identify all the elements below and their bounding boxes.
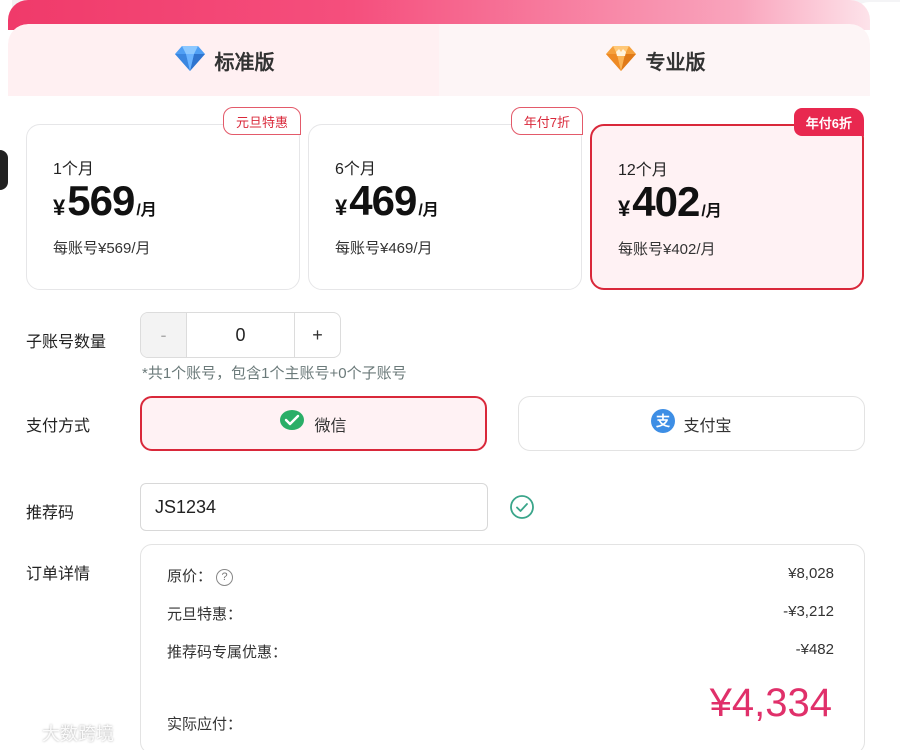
orange-diamond-icon [604, 40, 638, 80]
sub-accounts-stepper: - 0 + [140, 312, 341, 358]
tab-standard[interactable]: 标准版 [8, 24, 439, 96]
background-fragment [0, 150, 8, 190]
order-details-panel: 原价：? ¥8,028 元旦特惠： -¥3,212 推荐码专属优惠： -¥482… [140, 544, 865, 750]
original-price-label: 原价： [167, 568, 213, 585]
plan-price: ¥ 469 /月 [335, 177, 439, 225]
plan-12-months[interactable]: 年付6折 12个月 ¥ 402 /月 每账号¥402/月 [590, 108, 864, 290]
original-price-label-wrap: 原价：? [167, 565, 234, 586]
price-value: 569 [67, 177, 135, 224]
watermark-text: 大数跨境 [42, 724, 114, 744]
pay-wechat-button[interactable]: 微信 [140, 396, 487, 451]
plan-badge: 元旦特惠 [222, 107, 301, 135]
plan-price: ¥ 402 /月 [618, 178, 722, 226]
referral-code-input[interactable]: JS1234 [140, 483, 488, 531]
watermark: 大数跨境 [2, 720, 114, 746]
sub-accounts-label: 子账号数量 [26, 334, 107, 351]
payment-method-label: 支付方式 [26, 418, 91, 435]
pay-alipay-label: 支付宝 [683, 417, 732, 435]
plan-6-months[interactable]: 年付7折 6个月 ¥ 469 /月 每账号¥469/月 [308, 107, 583, 290]
help-icon[interactable]: ? [216, 568, 234, 586]
plan-per-account: 每账号¥402/月 [618, 241, 716, 258]
price-unit: /月 [701, 203, 722, 220]
promo-value: -¥3,212 [783, 603, 834, 620]
alipay-icon: 支 [651, 409, 676, 438]
watermark-logo-icon [2, 721, 38, 746]
price-value: 402 [632, 178, 700, 225]
tab-standard-label: 标准版 [214, 51, 275, 74]
wechat-icon [280, 410, 306, 437]
plan-1-month[interactable]: 元旦特惠 1个月 ¥ 569 /月 每账号¥569/月 [26, 107, 301, 290]
svg-text:支: 支 [655, 413, 671, 430]
blue-diamond-icon [173, 40, 207, 80]
pay-wechat-label: 微信 [314, 417, 347, 435]
account-count-hint: *共1个账号，包含1个主账号+0个子账号 [142, 365, 407, 382]
plan-per-account: 每账号¥569/月 [53, 240, 151, 257]
plan-period: 1个月 [53, 161, 94, 178]
original-price-value: ¥8,028 [788, 565, 834, 582]
currency-symbol: ¥ [618, 196, 631, 221]
plan-options: 元旦特惠 1个月 ¥ 569 /月 每账号¥569/月 年付7折 6个月 ¥ 4… [26, 107, 866, 292]
promo-label: 元旦特惠： [167, 606, 243, 623]
plan-price: ¥ 569 /月 [53, 177, 157, 225]
check-circle-icon [509, 494, 535, 520]
referral-discount-label: 推荐码专属优惠： [167, 644, 288, 661]
plan-per-account: 每账号¥469/月 [335, 240, 433, 257]
referral-discount-value: -¥482 [795, 641, 834, 658]
promo-row: 元旦特惠： -¥3,212 [167, 603, 834, 624]
price-unit: /月 [418, 202, 439, 219]
edition-tabs: 标准版 专业版 [8, 24, 870, 96]
sub-accounts-value[interactable]: 0 [187, 313, 294, 357]
price-unit: /月 [136, 202, 157, 219]
tab-pro[interactable]: 专业版 [439, 24, 870, 96]
price-value: 469 [349, 177, 417, 224]
referral-discount-row: 推荐码专属优惠： -¥482 [167, 641, 834, 662]
referral-code-label: 推荐码 [26, 505, 75, 522]
plan-badge: 年付7折 [510, 107, 583, 135]
plan-badge: 年付6折 [793, 108, 864, 136]
increment-button[interactable]: + [294, 313, 340, 357]
total-label: 实际应付： [167, 716, 243, 733]
plan-period: 6个月 [335, 161, 376, 178]
total-amount: ¥4,334 [709, 681, 832, 725]
decrement-button[interactable]: - [141, 313, 187, 357]
currency-symbol: ¥ [53, 195, 66, 220]
tab-pro-label: 专业版 [645, 51, 706, 74]
pay-alipay-button[interactable]: 支 支付宝 [518, 396, 865, 451]
currency-symbol: ¥ [335, 195, 348, 220]
original-price-row: 原价：? ¥8,028 [167, 565, 834, 586]
order-details-label: 订单详情 [26, 566, 91, 583]
plan-period: 12个月 [618, 162, 668, 179]
